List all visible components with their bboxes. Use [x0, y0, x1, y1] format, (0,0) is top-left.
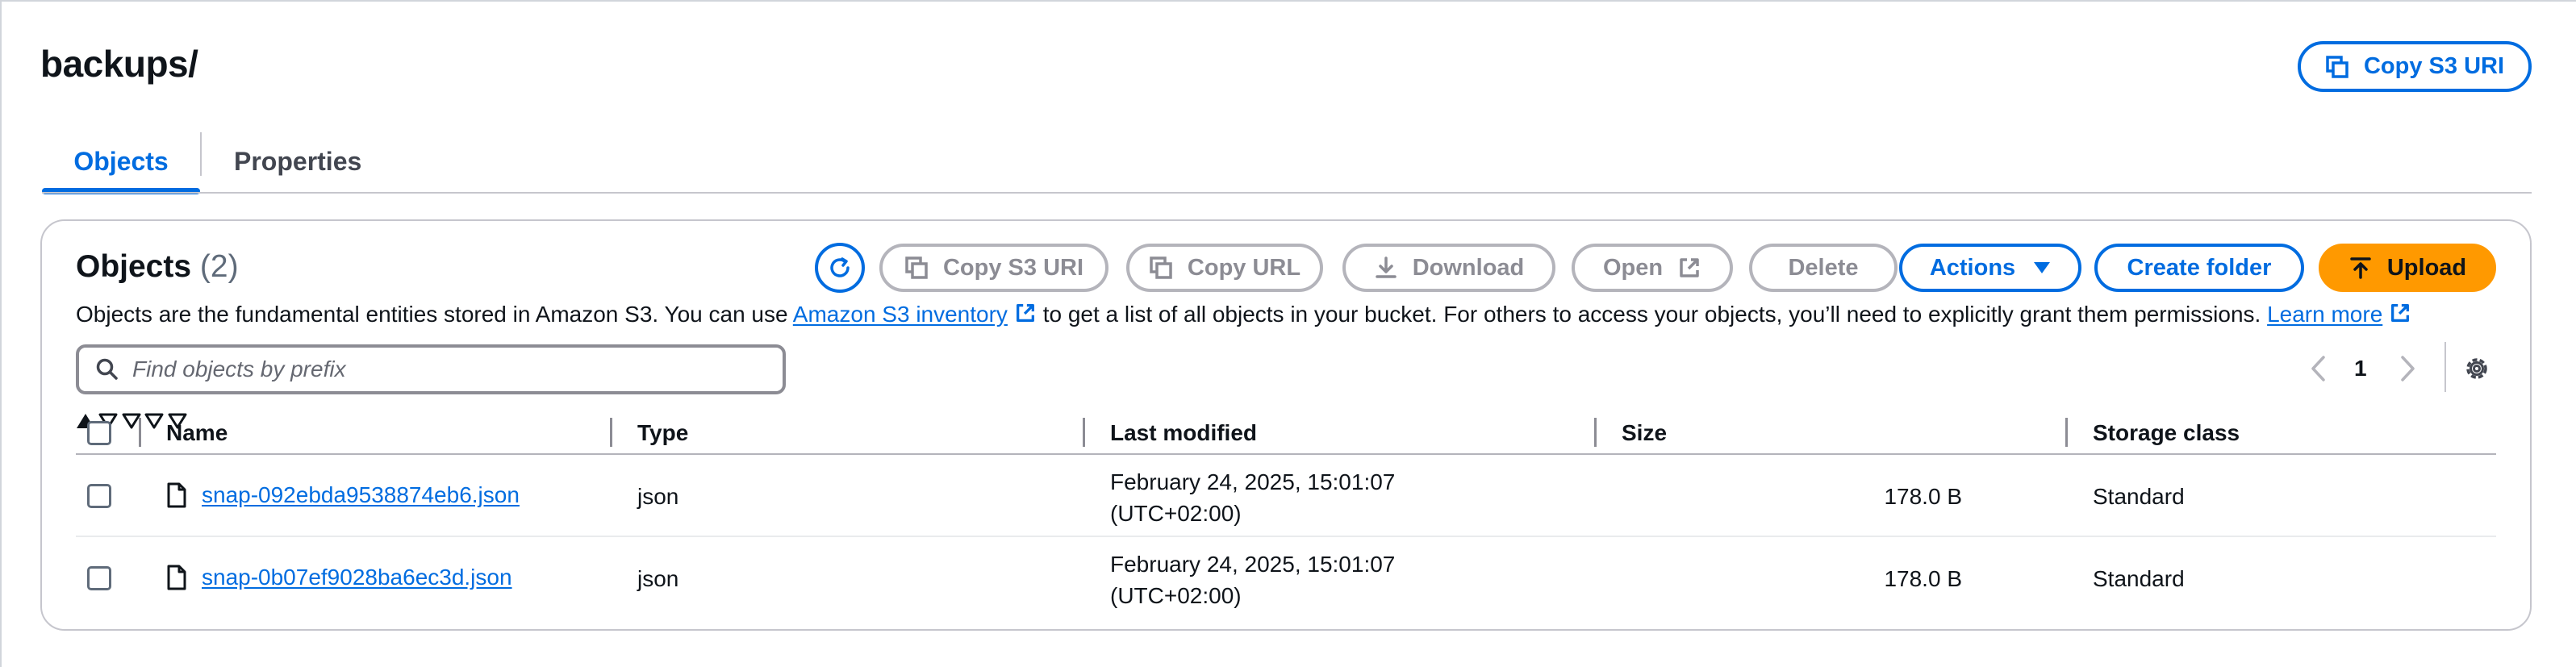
- objects-heading: Objects: [76, 249, 192, 284]
- column-header-storage-class[interactable]: Storage class: [2093, 413, 2240, 453]
- page-title: backups/: [40, 43, 198, 85]
- actions-dropdown-button[interactable]: Actions: [1899, 244, 2081, 292]
- refresh-icon: [830, 257, 850, 277]
- delete-label: Delete: [1788, 254, 1859, 281]
- object-name-link[interactable]: snap-0b07ef9028ba6ec3d.json: [202, 565, 512, 590]
- copy-icon: [2326, 55, 2348, 78]
- column-header-last-modified[interactable]: Last modified: [1110, 413, 1257, 453]
- file-icon: [167, 565, 186, 590]
- last-modified-date: February 24, 2025, 15:01:07: [1110, 552, 1396, 577]
- external-link-icon: [2391, 304, 2410, 322]
- search-box: [76, 344, 786, 394]
- tab-baseline: [42, 192, 2532, 194]
- external-link-icon: [1016, 304, 1034, 322]
- create-folder-label: Create folder: [2127, 254, 2272, 281]
- upload-button[interactable]: Upload: [2319, 244, 2496, 292]
- objects-description: Objects are the fundamental entities sto…: [76, 302, 2411, 327]
- external-link-icon: [1680, 258, 1699, 277]
- chevron-left-icon: [2311, 356, 2325, 381]
- delete-button[interactable]: Delete: [1749, 244, 1898, 292]
- objects-count: (2): [199, 249, 239, 284]
- copy-icon: [1150, 256, 1172, 279]
- upload-label: Upload: [2386, 254, 2467, 281]
- table-row[interactable]: snap-0b07ef9028ba6ec3d.json json Februar…: [76, 539, 2496, 619]
- last-modified-cell: February 24, 2025, 15:01:07 (UTC+02:00): [1110, 466, 1395, 529]
- chevron-right-icon: [2401, 356, 2415, 381]
- column-header-size[interactable]: Size: [1581, 413, 1667, 453]
- last-modified-cell: February 24, 2025, 15:01:07 (UTC+02:00): [1110, 548, 1395, 611]
- preferences-button[interactable]: [2462, 348, 2491, 389]
- storage-class-cell: Standard: [2093, 566, 2185, 591]
- create-folder-button[interactable]: Create folder: [2094, 244, 2304, 292]
- download-button[interactable]: Download: [1342, 244, 1555, 292]
- name-cell: snap-0b07ef9028ba6ec3d.json: [166, 565, 512, 590]
- copy-url-label: Copy URL: [1187, 254, 1301, 281]
- last-modified-timezone: (UTC+02:00): [1110, 501, 1242, 526]
- s3-inventory-link[interactable]: Amazon S3 inventory: [793, 302, 1008, 327]
- type-cell: json: [637, 566, 679, 591]
- window-border-top: [0, 0, 2576, 2]
- row-checkbox[interactable]: [87, 566, 111, 590]
- toolbar-copy-s3-uri-button[interactable]: Copy S3 URI: [879, 244, 1108, 292]
- copy-s3-uri-label: Copy S3 URI: [2363, 53, 2505, 79]
- type-cell: json: [637, 484, 679, 509]
- last-modified-date: February 24, 2025, 15:01:07: [1110, 469, 1396, 494]
- tab-objects[interactable]: Objects: [42, 129, 200, 194]
- page-number[interactable]: 1: [2354, 348, 2367, 389]
- toolbar-copy-s3-uri-label: Copy S3 URI: [942, 254, 1084, 281]
- column-separator: [2065, 418, 2068, 447]
- file-icon: [167, 482, 186, 508]
- storage-class-cell: Standard: [2093, 484, 2185, 509]
- download-icon: [1375, 256, 1397, 278]
- copy-s3-uri-button[interactable]: Copy S3 URI: [2298, 41, 2532, 92]
- tab-properties[interactable]: Properties: [234, 129, 361, 194]
- tab-separator: [200, 132, 202, 176]
- table-header: Name Type Last modified Size Storage cla…: [76, 413, 2496, 455]
- copy-icon: [905, 256, 928, 279]
- open-button[interactable]: Open: [1572, 244, 1733, 292]
- column-header-type[interactable]: Type: [637, 413, 688, 453]
- size-cell: 178.0 B: [1884, 566, 1962, 591]
- previous-page-button[interactable]: [2309, 348, 2328, 389]
- upload-icon: [2350, 257, 2371, 279]
- pagination-separator: [2444, 342, 2446, 392]
- gear-icon: [2466, 358, 2487, 379]
- search-icon: [96, 358, 118, 380]
- column-separator: [139, 418, 141, 447]
- column-header-name[interactable]: Name: [166, 413, 228, 453]
- learn-more-link[interactable]: Learn more: [2267, 302, 2382, 327]
- sort-icon[interactable]: [144, 413, 164, 429]
- actions-label: Actions: [1929, 254, 2016, 281]
- size-cell: 178.0 B: [1884, 484, 1962, 509]
- caret-down-icon: [2034, 262, 2051, 273]
- refresh-button[interactable]: [815, 243, 865, 293]
- search-input[interactable]: [132, 356, 762, 382]
- last-modified-timezone: (UTC+02:00): [1110, 583, 1242, 608]
- description-text-after: to get a list of all objects in your buc…: [1036, 302, 2268, 327]
- row-checkbox[interactable]: [87, 484, 111, 508]
- object-name-link[interactable]: snap-092ebda9538874eb6.json: [202, 482, 520, 508]
- column-separator: [610, 418, 612, 447]
- column-separator: [1083, 418, 1085, 447]
- description-text-before: Objects are the fundamental entities sto…: [76, 302, 793, 327]
- copy-url-button[interactable]: Copy URL: [1126, 244, 1323, 292]
- next-page-button[interactable]: [2398, 348, 2417, 389]
- open-label: Open: [1602, 254, 1664, 281]
- objects-panel: Objects (2) Copy S3 URI Copy URL Downloa…: [40, 219, 2532, 631]
- tab-bar: Objects Properties: [42, 129, 2532, 194]
- name-cell: snap-092ebda9538874eb6.json: [166, 482, 520, 508]
- objects-panel-title: Objects (2): [76, 249, 239, 285]
- window-border-left: [0, 0, 2, 667]
- select-all-checkbox[interactable]: [87, 421, 111, 445]
- download-label: Download: [1412, 254, 1525, 281]
- table-row[interactable]: snap-092ebda9538874eb6.json json Februar…: [76, 456, 2496, 537]
